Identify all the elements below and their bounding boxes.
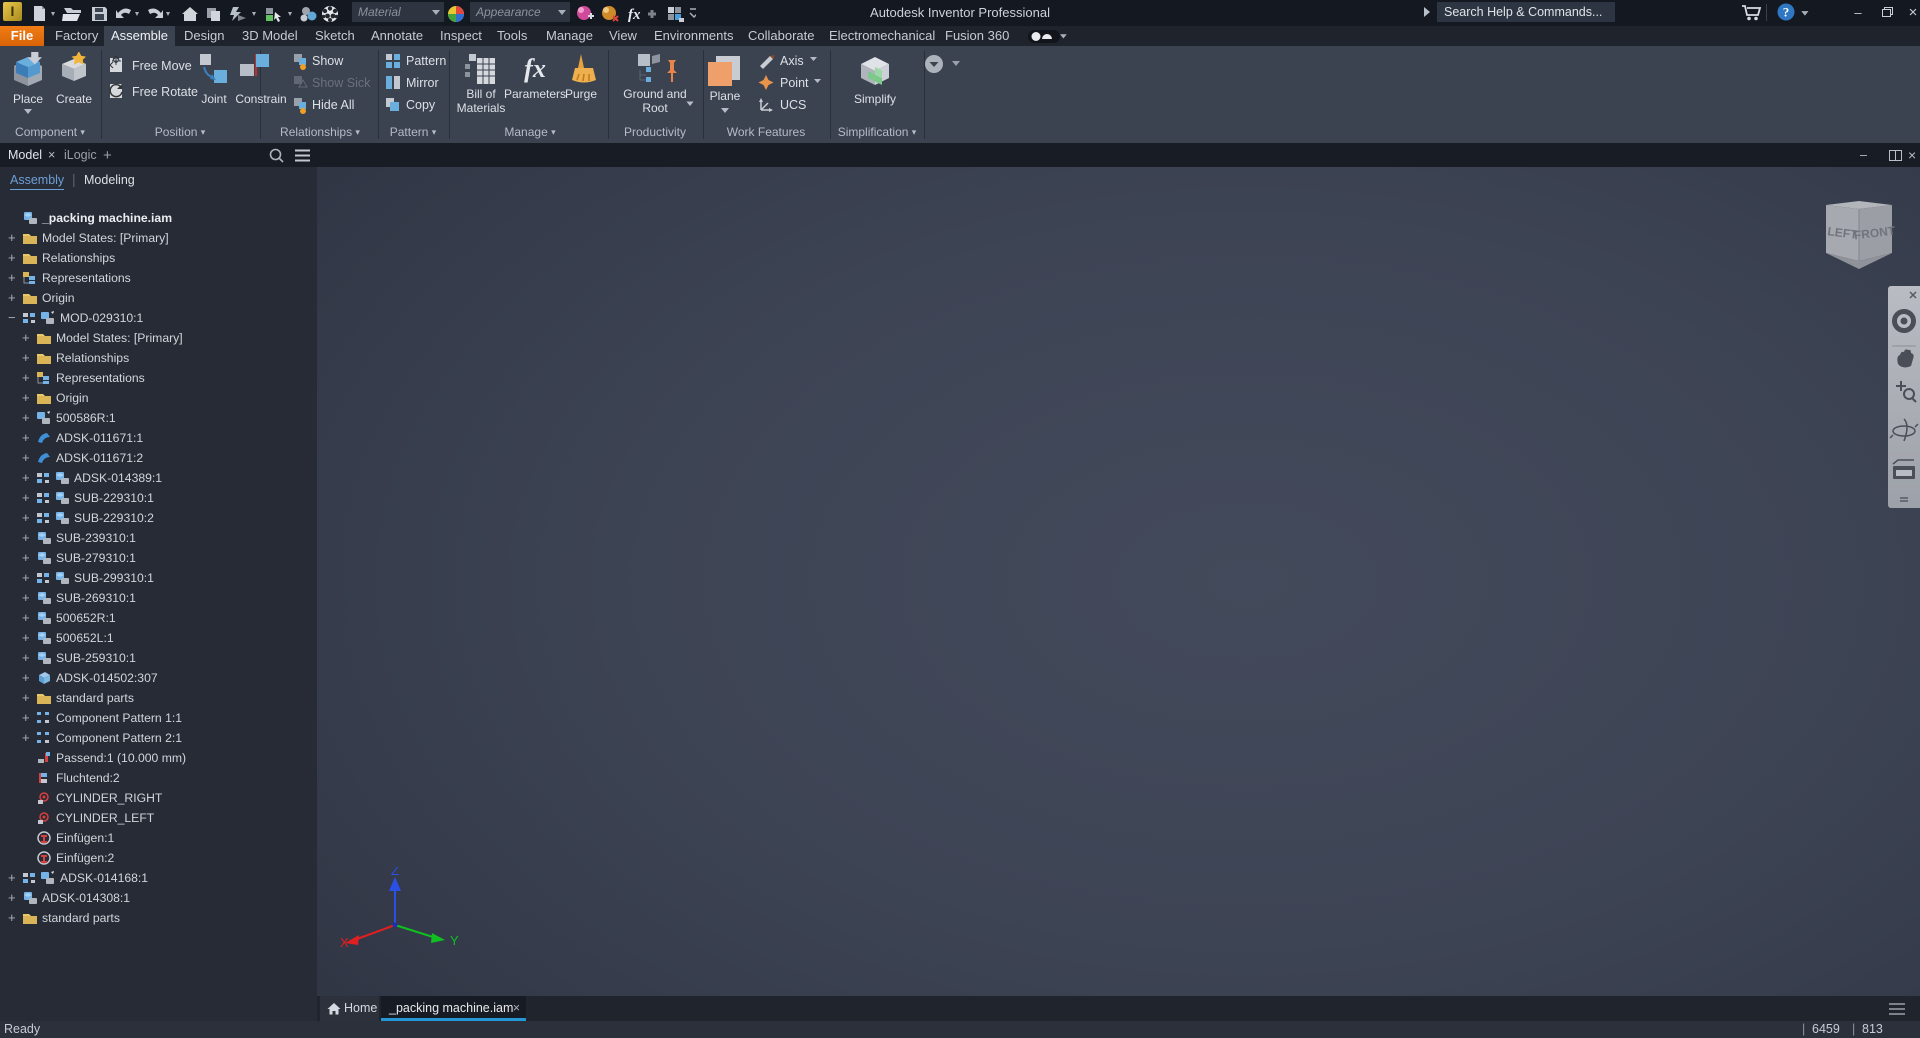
svg-text:Plane: Plane	[710, 89, 741, 103]
svg-text:Point: Point	[780, 76, 809, 90]
svg-text:Axis: Axis	[780, 54, 804, 68]
svg-text:Joint: Joint	[201, 92, 227, 106]
svg-text:Show Sick: Show Sick	[312, 76, 371, 90]
svg-text:?: ?	[1783, 5, 1790, 20]
svg-text:Free Move: Free Move	[132, 59, 192, 73]
svg-text:Purge: Purge	[565, 87, 597, 101]
svg-text:Bill of: Bill of	[466, 87, 496, 101]
svg-text:Free Rotate: Free Rotate	[132, 85, 198, 99]
svg-text:Hide All: Hide All	[312, 98, 354, 112]
svg-text:X: X	[340, 935, 349, 950]
svg-text:Root: Root	[642, 101, 668, 115]
svg-text:Materials: Materials	[457, 101, 506, 115]
svg-text:Create: Create	[56, 92, 92, 106]
svg-text:Z: Z	[391, 867, 399, 878]
svg-text:Y: Y	[450, 933, 459, 948]
svg-text:Pattern: Pattern	[406, 54, 446, 68]
svg-text:Copy: Copy	[406, 98, 436, 112]
svg-text:Ground and: Ground and	[623, 87, 686, 101]
svg-text:Simplify: Simplify	[854, 92, 896, 106]
svg-text:Constrain: Constrain	[235, 92, 286, 106]
svg-text:Mirror: Mirror	[406, 76, 439, 90]
svg-text:fx: fx	[524, 54, 546, 83]
svg-text:Show: Show	[312, 54, 344, 68]
svg-text:Parameters: Parameters	[504, 87, 566, 101]
svg-text:Place: Place	[13, 92, 43, 106]
svg-text:UCS: UCS	[780, 98, 806, 112]
